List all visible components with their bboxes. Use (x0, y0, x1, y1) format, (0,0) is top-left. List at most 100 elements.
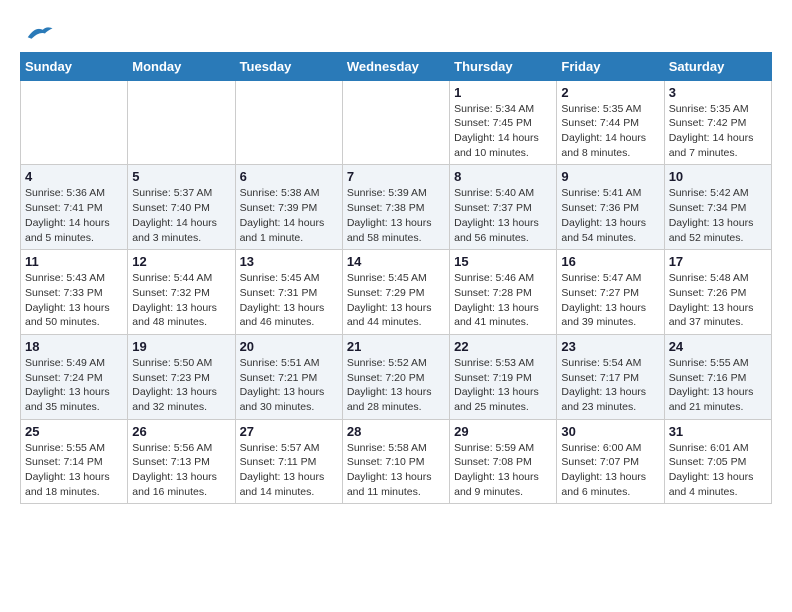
logo (20, 20, 54, 42)
calendar-cell: 7 Sunrise: 5:39 AM Sunset: 7:38 PM Daylig… (342, 165, 449, 250)
calendar-cell: 18Sunrise: 5:49 AM Sunset: 7:24 PM Dayli… (21, 334, 128, 419)
calendar-cell: 29Sunrise: 5:59 AM Sunset: 7:08 PM Dayli… (450, 419, 557, 504)
day-info: Sunrise: 5:41 AM Sunset: 7:36 PM Dayligh… (561, 186, 659, 245)
day-info: Sunrise: 5:46 AM Sunset: 7:28 PM Dayligh… (454, 271, 552, 330)
day-info: Sunrise: 5:49 AM Sunset: 7:24 PM Dayligh… (25, 356, 123, 415)
calendar-header-row: SundayMondayTuesdayWednesdayThursdayFrid… (21, 52, 772, 80)
day-number: 25 (25, 424, 123, 439)
day-number: 16 (561, 254, 659, 269)
day-number: 9 (561, 169, 659, 184)
day-info: Sunrise: 6:00 AM Sunset: 7:07 PM Dayligh… (561, 441, 659, 500)
calendar-week-row: 1 Sunrise: 5:34 AM Sunset: 7:45 PM Daylig… (21, 80, 772, 165)
column-header-sunday: Sunday (21, 52, 128, 80)
column-header-thursday: Thursday (450, 52, 557, 80)
column-header-saturday: Saturday (664, 52, 771, 80)
calendar-cell: 9 Sunrise: 5:41 AM Sunset: 7:36 PM Daylig… (557, 165, 664, 250)
day-info: Sunrise: 5:34 AM Sunset: 7:45 PM Dayligh… (454, 102, 552, 161)
calendar-cell: 5 Sunrise: 5:37 AM Sunset: 7:40 PM Daylig… (128, 165, 235, 250)
day-number: 2 (561, 85, 659, 100)
column-header-tuesday: Tuesday (235, 52, 342, 80)
day-number: 12 (132, 254, 230, 269)
calendar-cell: 13Sunrise: 5:45 AM Sunset: 7:31 PM Dayli… (235, 250, 342, 335)
day-info: Sunrise: 5:53 AM Sunset: 7:19 PM Dayligh… (454, 356, 552, 415)
calendar-week-row: 18Sunrise: 5:49 AM Sunset: 7:24 PM Dayli… (21, 334, 772, 419)
day-number: 23 (561, 339, 659, 354)
calendar-cell: 21 Sunrise: 5:52 AM Sunset: 7:20 PM Dayli… (342, 334, 449, 419)
day-number: 7 (347, 169, 445, 184)
calendar-cell: 31 Sunrise: 6:01 AM Sunset: 7:05 PM Dayli… (664, 419, 771, 504)
day-info: Sunrise: 5:55 AM Sunset: 7:14 PM Dayligh… (25, 441, 123, 500)
day-info: Sunrise: 5:38 AM Sunset: 7:39 PM Dayligh… (240, 186, 338, 245)
calendar-cell: 4 Sunrise: 5:36 AM Sunset: 7:41 PM Daylig… (21, 165, 128, 250)
calendar-cell (128, 80, 235, 165)
column-header-wednesday: Wednesday (342, 52, 449, 80)
day-info: Sunrise: 5:50 AM Sunset: 7:23 PM Dayligh… (132, 356, 230, 415)
day-number: 11 (25, 254, 123, 269)
calendar-week-row: 4 Sunrise: 5:36 AM Sunset: 7:41 PM Daylig… (21, 165, 772, 250)
calendar-cell: 22 Sunrise: 5:53 AM Sunset: 7:19 PM Dayli… (450, 334, 557, 419)
calendar-cell (342, 80, 449, 165)
calendar-cell: 6 Sunrise: 5:38 AM Sunset: 7:39 PM Daylig… (235, 165, 342, 250)
calendar-cell: 1 Sunrise: 5:34 AM Sunset: 7:45 PM Daylig… (450, 80, 557, 165)
day-info: Sunrise: 5:58 AM Sunset: 7:10 PM Dayligh… (347, 441, 445, 500)
day-info: Sunrise: 5:45 AM Sunset: 7:29 PM Dayligh… (347, 271, 445, 330)
logo-bird-icon (24, 21, 54, 46)
day-number: 10 (669, 169, 767, 184)
calendar-cell (235, 80, 342, 165)
calendar-cell: 26Sunrise: 5:56 AM Sunset: 7:13 PM Dayli… (128, 419, 235, 504)
day-number: 20 (240, 339, 338, 354)
day-number: 27 (240, 424, 338, 439)
day-number: 15 (454, 254, 552, 269)
calendar-cell: 23 Sunrise: 5:54 AM Sunset: 7:17 PM Dayli… (557, 334, 664, 419)
day-number: 8 (454, 169, 552, 184)
column-header-friday: Friday (557, 52, 664, 80)
day-number: 31 (669, 424, 767, 439)
calendar-cell: 8 Sunrise: 5:40 AM Sunset: 7:37 PM Daylig… (450, 165, 557, 250)
day-number: 22 (454, 339, 552, 354)
day-info: Sunrise: 5:43 AM Sunset: 7:33 PM Dayligh… (25, 271, 123, 330)
day-info: Sunrise: 5:36 AM Sunset: 7:41 PM Dayligh… (25, 186, 123, 245)
calendar-cell: 25 Sunrise: 5:55 AM Sunset: 7:14 PM Dayli… (21, 419, 128, 504)
calendar-cell: 14 Sunrise: 5:45 AM Sunset: 7:29 PM Dayli… (342, 250, 449, 335)
day-info: Sunrise: 6:01 AM Sunset: 7:05 PM Dayligh… (669, 441, 767, 500)
day-number: 14 (347, 254, 445, 269)
calendar-table: SundayMondayTuesdayWednesdayThursdayFrid… (20, 52, 772, 505)
day-info: Sunrise: 5:39 AM Sunset: 7:38 PM Dayligh… (347, 186, 445, 245)
calendar-cell: 3 Sunrise: 5:35 AM Sunset: 7:42 PM Daylig… (664, 80, 771, 165)
calendar-cell: 17Sunrise: 5:48 AM Sunset: 7:26 PM Dayli… (664, 250, 771, 335)
day-info: Sunrise: 5:54 AM Sunset: 7:17 PM Dayligh… (561, 356, 659, 415)
day-number: 5 (132, 169, 230, 184)
day-number: 21 (347, 339, 445, 354)
day-info: Sunrise: 5:47 AM Sunset: 7:27 PM Dayligh… (561, 271, 659, 330)
day-info: Sunrise: 5:37 AM Sunset: 7:40 PM Dayligh… (132, 186, 230, 245)
day-info: Sunrise: 5:52 AM Sunset: 7:20 PM Dayligh… (347, 356, 445, 415)
day-info: Sunrise: 5:56 AM Sunset: 7:13 PM Dayligh… (132, 441, 230, 500)
day-info: Sunrise: 5:45 AM Sunset: 7:31 PM Dayligh… (240, 271, 338, 330)
day-info: Sunrise: 5:51 AM Sunset: 7:21 PM Dayligh… (240, 356, 338, 415)
calendar-cell: 27 Sunrise: 5:57 AM Sunset: 7:11 PM Dayli… (235, 419, 342, 504)
calendar-cell: 10Sunrise: 5:42 AM Sunset: 7:34 PM Dayli… (664, 165, 771, 250)
page-header (20, 20, 772, 42)
day-number: 1 (454, 85, 552, 100)
calendar-cell: 16 Sunrise: 5:47 AM Sunset: 7:27 PM Dayli… (557, 250, 664, 335)
day-number: 3 (669, 85, 767, 100)
day-info: Sunrise: 5:57 AM Sunset: 7:11 PM Dayligh… (240, 441, 338, 500)
calendar-cell (21, 80, 128, 165)
day-number: 30 (561, 424, 659, 439)
calendar-cell: 30 Sunrise: 6:00 AM Sunset: 7:07 PM Dayli… (557, 419, 664, 504)
day-number: 4 (25, 169, 123, 184)
day-info: Sunrise: 5:55 AM Sunset: 7:16 PM Dayligh… (669, 356, 767, 415)
calendar-cell: 12 Sunrise: 5:44 AM Sunset: 7:32 PM Dayli… (128, 250, 235, 335)
calendar-cell: 19Sunrise: 5:50 AM Sunset: 7:23 PM Dayli… (128, 334, 235, 419)
day-number: 24 (669, 339, 767, 354)
column-header-monday: Monday (128, 52, 235, 80)
calendar-cell: 28Sunrise: 5:58 AM Sunset: 7:10 PM Dayli… (342, 419, 449, 504)
day-info: Sunrise: 5:40 AM Sunset: 7:37 PM Dayligh… (454, 186, 552, 245)
day-number: 6 (240, 169, 338, 184)
day-info: Sunrise: 5:35 AM Sunset: 7:44 PM Dayligh… (561, 102, 659, 161)
day-info: Sunrise: 5:44 AM Sunset: 7:32 PM Dayligh… (132, 271, 230, 330)
calendar-cell: 20 Sunrise: 5:51 AM Sunset: 7:21 PM Dayli… (235, 334, 342, 419)
day-info: Sunrise: 5:48 AM Sunset: 7:26 PM Dayligh… (669, 271, 767, 330)
day-info: Sunrise: 5:35 AM Sunset: 7:42 PM Dayligh… (669, 102, 767, 161)
calendar-cell: 15 Sunrise: 5:46 AM Sunset: 7:28 PM Dayli… (450, 250, 557, 335)
